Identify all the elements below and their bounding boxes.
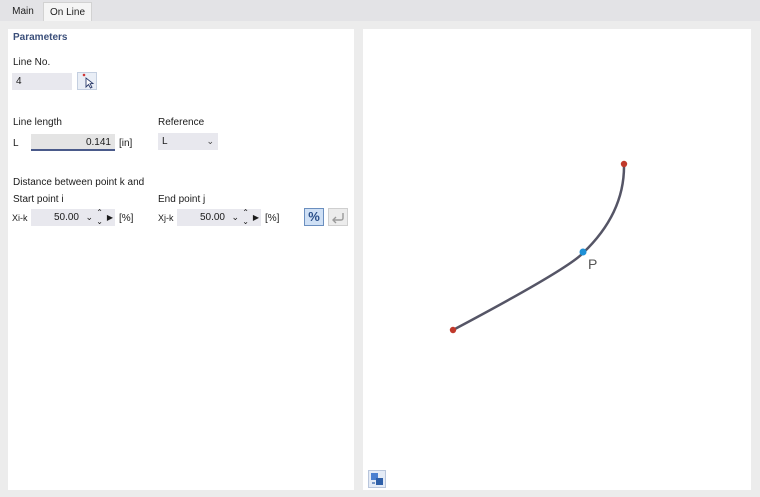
distance-label: Distance between point k and xyxy=(13,177,145,188)
spin-updown-icon[interactable]: ⌃ ⌄ xyxy=(96,208,103,226)
start-point-marker xyxy=(449,326,457,334)
line-preview: P xyxy=(449,160,628,334)
end-unit: [%] xyxy=(265,213,280,224)
spin-updown-icon[interactable]: ⌃ ⌄ xyxy=(242,208,249,226)
chevron-down-icon[interactable]: ⌄ xyxy=(231,209,239,226)
parameters-title: Parameters xyxy=(13,32,68,43)
start-symbol: Xi-k xyxy=(12,213,28,223)
view-settings-icon xyxy=(371,473,383,485)
play-icon[interactable]: ▶ xyxy=(253,209,259,226)
start-distance-value: 50.00 xyxy=(53,212,79,223)
tab-on-line[interactable]: On Line xyxy=(43,2,92,21)
end-point-marker xyxy=(620,160,628,168)
play-icon[interactable]: ▶ xyxy=(107,209,113,226)
start-point-label: Start point i xyxy=(13,194,64,205)
start-distance-spinner[interactable]: 50.00 ⌄ ⌃ ⌄ ▶ xyxy=(31,208,115,226)
line-length-field: 0.141 xyxy=(31,134,115,151)
tab-main[interactable]: Main xyxy=(4,2,42,21)
end-point-label: End point j xyxy=(158,194,206,205)
pick-cursor-icon xyxy=(82,73,95,89)
line-no-label: Line No. xyxy=(13,57,51,68)
reference-label: Reference xyxy=(158,117,205,128)
select-line-button[interactable] xyxy=(77,72,97,90)
chevron-down-icon[interactable]: ⌄ xyxy=(85,209,93,226)
reference-select[interactable]: L ⌄ xyxy=(158,133,218,150)
undo-arrow-icon xyxy=(332,213,344,224)
end-distance-value: 50.00 xyxy=(199,212,225,223)
reverse-direction-button[interactable] xyxy=(328,208,348,226)
line-no-field[interactable]: 4 xyxy=(12,73,72,90)
length-symbol: L xyxy=(13,138,19,149)
line-length-label: Line length xyxy=(13,117,62,128)
length-unit: [in] xyxy=(119,138,133,149)
start-unit: [%] xyxy=(119,213,134,224)
end-distance-spinner[interactable]: 50.00 ⌄ ⌃ ⌄ ▶ xyxy=(177,208,261,226)
point-p-marker xyxy=(579,248,587,256)
tab-bar: Main On Line xyxy=(0,0,760,21)
percent-toggle-button[interactable]: % xyxy=(304,208,324,226)
curved-line xyxy=(452,163,626,332)
parameters-panel: Parameters Line No. 4 Line length L 0.14… xyxy=(8,29,354,490)
point-p-label: P xyxy=(588,256,597,272)
chevron-down-icon: ⌄ xyxy=(206,136,214,146)
reference-value: L xyxy=(162,136,168,147)
end-symbol: Xj-k xyxy=(158,213,174,223)
view-settings-button[interactable] xyxy=(368,470,386,488)
preview-panel: P xyxy=(363,29,751,490)
